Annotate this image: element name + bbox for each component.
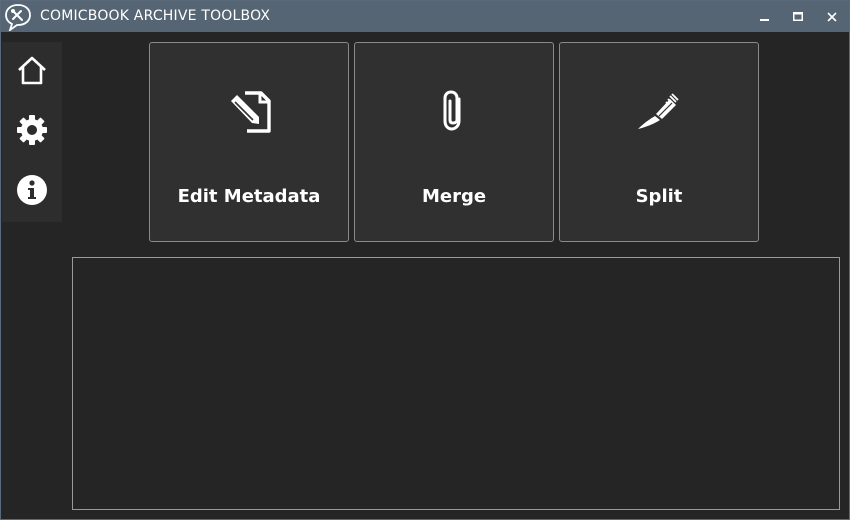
paperclip-icon [355,87,553,137]
title-bar[interactable]: COMICBOOK ARCHIVE TOOLBOX [1,1,849,33]
maximize-icon [793,11,803,22]
close-button[interactable] [815,1,849,32]
scalpel-icon [560,87,758,137]
edit-metadata-label: Edit Metadata [177,186,321,207]
edit-metadata-tile[interactable]: Edit Metadata [149,42,349,242]
sidebar [2,42,62,222]
merge-label: Merge [421,186,487,207]
speech-bubble-tools-icon [3,3,33,33]
sidebar-item-about[interactable] [2,162,62,222]
sidebar-item-settings[interactable] [2,102,62,162]
close-icon [827,11,837,22]
output-panel[interactable] [72,257,840,510]
window-title: COMICBOOK ARCHIVE TOOLBOX [40,8,271,24]
minimize-button[interactable] [748,1,782,32]
sidebar-item-home[interactable] [2,42,62,102]
maximize-button[interactable] [781,1,815,32]
minimize-icon [760,12,770,22]
gear-icon [16,114,48,150]
home-icon [16,55,48,89]
split-label: Split [635,186,683,207]
split-tile[interactable]: Split [559,42,759,242]
info-icon [16,174,48,210]
edit-document-icon [150,87,348,137]
app-window: COMICBOOK ARCHIVE TOOLBOX Edit Metadata … [0,0,850,520]
merge-tile[interactable]: Merge [354,42,554,242]
